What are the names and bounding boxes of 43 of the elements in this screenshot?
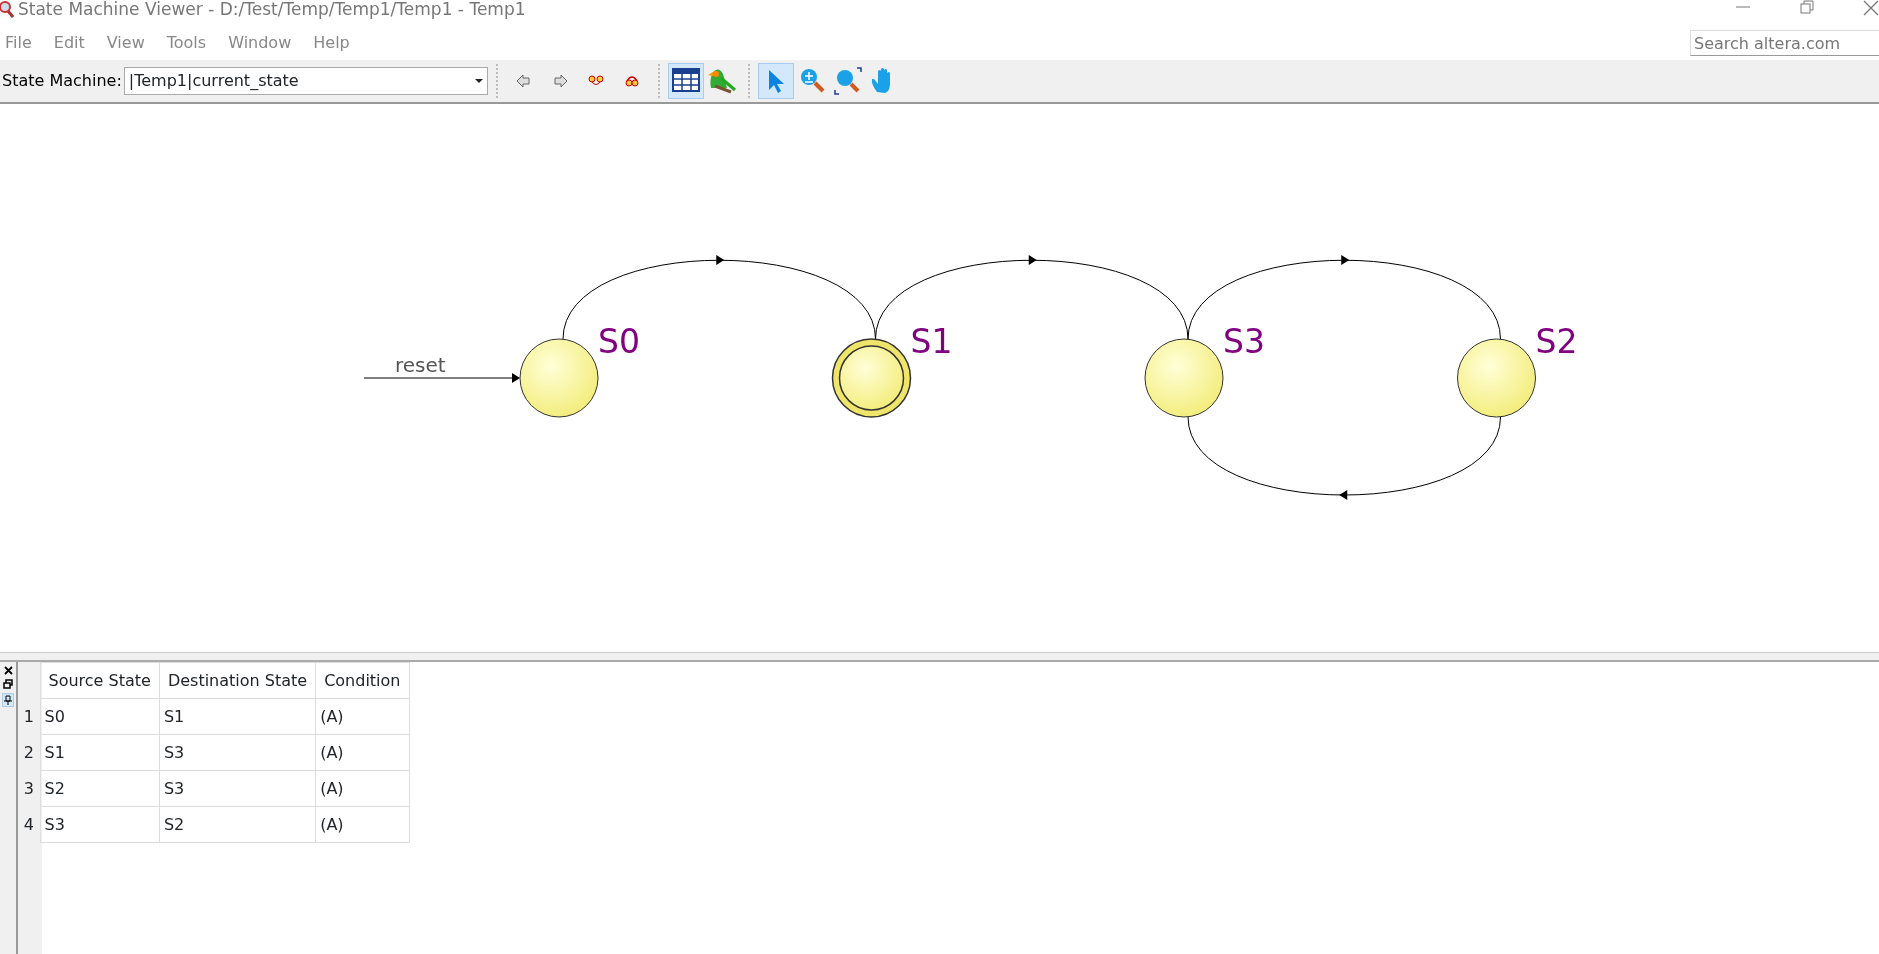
menu-item[interactable]: Edit (42, 31, 96, 55)
table-cell: S0 (40, 698, 160, 735)
caret-icon (474, 78, 483, 84)
magnifier-icon (0, 0, 14, 18)
table-cell: (A) (315, 734, 409, 771)
table-cell: (A) (315, 806, 409, 843)
state-node[interactable] (831, 338, 912, 418)
table-cell: S1 (40, 734, 160, 771)
state-machine-dropdown[interactable]: |Temp1|current_state (123, 67, 488, 95)
menu-item[interactable]: Tools (155, 31, 218, 55)
menu-item[interactable]: Help (302, 31, 361, 55)
search-field[interactable]: Search altera.com (1690, 30, 1879, 56)
state-label: S0 (598, 322, 640, 361)
table-cell: S1 (159, 698, 316, 735)
zoom-fit-icon (832, 66, 863, 96)
window-title: State Machine Viewer - D:/Test/Temp/Temp1/Temp1 - Temp1 (18, 0, 526, 18)
state-node[interactable] (1144, 338, 1224, 418)
column-header: Condition (315, 662, 409, 699)
state-label: S2 (1535, 322, 1578, 361)
close-icon[interactable] (3, 666, 13, 675)
menu-item[interactable]: File (0, 31, 43, 55)
table-cell: S3 (40, 806, 160, 843)
menu-item[interactable]: View (95, 31, 156, 55)
state-label: S3 (1223, 322, 1265, 361)
restore-icon[interactable] (3, 679, 13, 689)
state-node[interactable] (1457, 338, 1536, 418)
pin-icon[interactable] (2, 693, 14, 707)
column-header: Source State (40, 662, 160, 699)
table-button[interactable] (667, 63, 704, 99)
table-cell: (A) (315, 698, 409, 735)
bird-icon (706, 66, 737, 96)
table-cell: (A) (315, 770, 409, 807)
table-cell: S2 (40, 770, 160, 807)
state-node[interactable] (519, 338, 599, 418)
toolbar-label: State Machine: (2, 70, 122, 92)
reset-label: reset (395, 353, 446, 377)
table-cell: S3 (159, 770, 316, 807)
table-cell: S3 (159, 734, 316, 771)
pointer-button[interactable] (757, 63, 794, 99)
menu-item[interactable]: Window (217, 31, 303, 55)
column-header: Destination State (159, 662, 316, 699)
table-cell: S2 (159, 806, 316, 843)
state-label: S1 (910, 322, 953, 361)
